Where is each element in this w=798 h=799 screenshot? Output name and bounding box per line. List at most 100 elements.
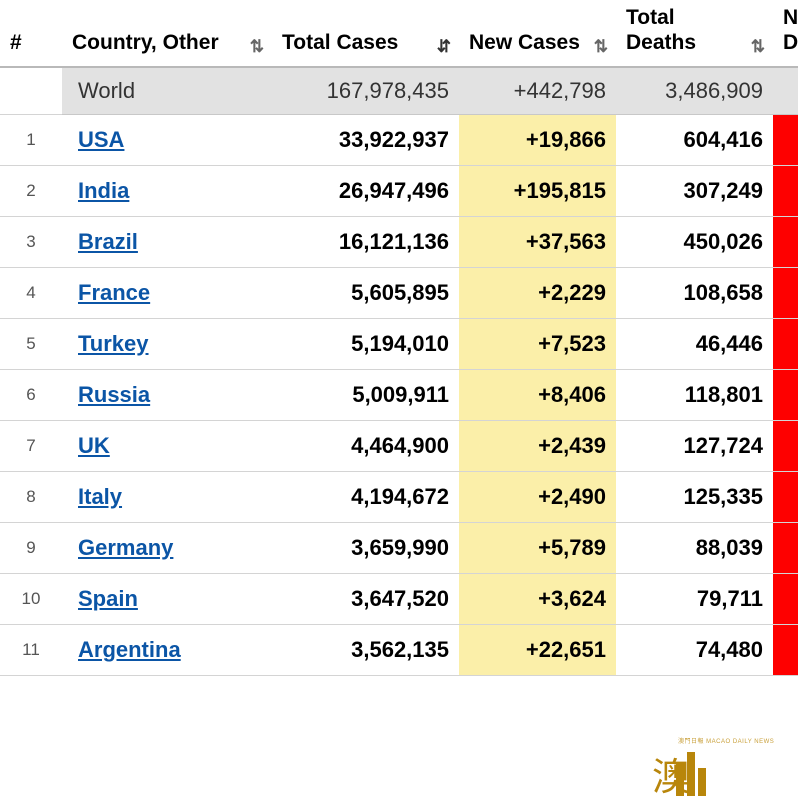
column-header-total-deaths-label: Total Deaths (626, 6, 745, 56)
sort-updown-icon[interactable]: ⇅ (751, 38, 763, 55)
rank-cell: 5 (0, 318, 62, 369)
column-header-new-deaths-label: New Deaths (783, 6, 798, 56)
table-header: # Country, Other ⇅ Total Cases ⇵ New Cas… (0, 0, 798, 67)
country-cell: Turkey (62, 318, 272, 369)
country-link[interactable]: India (78, 178, 129, 203)
new-deaths-cell: +417 (773, 624, 798, 675)
total-deaths-cell: 450,026 (616, 216, 773, 267)
table-body: World 167,978,435 +442,798 3,486,909 +8,… (0, 67, 798, 676)
total-cases-cell: 4,194,672 (272, 471, 459, 522)
sort-descending-icon[interactable]: ⇵ (437, 38, 449, 55)
table-row: 4 France 5,605,895 +2,229 108,658 +62 (0, 267, 798, 318)
table-row: 2 India 26,947,496 +195,815 307,249 +3,4… (0, 165, 798, 216)
country-link[interactable]: Italy (78, 484, 122, 509)
country-cell: Brazil (62, 216, 272, 267)
new-deaths-cell: +3,498 (773, 165, 798, 216)
total-deaths-cell: 127,724 (616, 420, 773, 471)
new-deaths-cell: +62 (773, 267, 798, 318)
column-header-rank-label: # (10, 31, 52, 56)
total-deaths-cell: 79,711 (616, 573, 773, 624)
country-cell: UK (62, 420, 272, 471)
column-header-total-cases-label: Total Cases (282, 31, 398, 56)
country-link[interactable]: Russia (78, 382, 150, 407)
rank-cell: 3 (0, 216, 62, 267)
new-cases-cell: +22,651 (459, 624, 616, 675)
column-header-new-deaths[interactable]: New Deaths ⇅ (773, 0, 798, 67)
country-link[interactable]: Argentina (78, 637, 181, 662)
total-cases-cell: 4,464,900 (272, 420, 459, 471)
country-link[interactable]: Turkey (78, 331, 149, 356)
total-deaths-cell: 74,480 (616, 624, 773, 675)
total-deaths-cell: 3,486,909 (616, 67, 773, 115)
new-cases-cell: +7,523 (459, 318, 616, 369)
sort-updown-icon[interactable]: ⇅ (250, 38, 262, 55)
country-link[interactable]: France (78, 280, 150, 305)
rank-cell: 4 (0, 267, 62, 318)
total-cases-cell: 33,922,937 (272, 114, 459, 165)
table-row: 8 Italy 4,194,672 +2,490 125,335 +110 (0, 471, 798, 522)
rank-cell: 6 (0, 369, 62, 420)
new-deaths-cell: +8,865 (773, 67, 798, 115)
total-deaths-cell: 46,446 (616, 318, 773, 369)
country-cell: Spain (62, 573, 272, 624)
rank-cell: 7 (0, 420, 62, 471)
new-deaths-cell: +66 (773, 522, 798, 573)
column-header-total-deaths[interactable]: Total Deaths ⇅ (616, 0, 773, 67)
new-cases-cell: +3,624 (459, 573, 616, 624)
table-row: 6 Russia 5,009,911 +8,406 118,801 +319 (0, 369, 798, 420)
covid-statistics-table: # Country, Other ⇅ Total Cases ⇵ New Cas… (0, 0, 798, 676)
rank-cell: 11 (0, 624, 62, 675)
new-deaths-cell: +178 (773, 318, 798, 369)
country-link[interactable]: USA (78, 127, 124, 152)
total-deaths-cell: 604,416 (616, 114, 773, 165)
total-deaths-cell: 88,039 (616, 522, 773, 573)
country-link[interactable]: Brazil (78, 229, 138, 254)
country-link[interactable]: Spain (78, 586, 138, 611)
total-deaths-cell: 125,335 (616, 471, 773, 522)
new-deaths-cell: +3 (773, 420, 798, 471)
new-deaths-cell: +841 (773, 216, 798, 267)
total-cases-cell: 3,659,990 (272, 522, 459, 573)
rank-cell: 2 (0, 165, 62, 216)
country-cell: USA (62, 114, 272, 165)
total-deaths-cell: 118,801 (616, 369, 773, 420)
total-deaths-cell: 108,658 (616, 267, 773, 318)
watermark-glyph: 澳 (652, 758, 690, 796)
new-cases-cell: +37,563 (459, 216, 616, 267)
new-cases-cell: +8,406 (459, 369, 616, 420)
new-cases-cell: +442,798 (459, 67, 616, 115)
total-cases-cell: 5,194,010 (272, 318, 459, 369)
rank-cell: 9 (0, 522, 62, 573)
country-cell: Italy (62, 471, 272, 522)
country-cell: Argentina (62, 624, 272, 675)
watermark-logo: 澳門日報 MACAO DAILY NEWS 澳 (668, 734, 788, 796)
new-cases-cell: +195,815 (459, 165, 616, 216)
total-cases-cell: 3,562,135 (272, 624, 459, 675)
rank-cell: 8 (0, 471, 62, 522)
new-cases-cell: +2,229 (459, 267, 616, 318)
new-deaths-cell: +31 (773, 573, 798, 624)
country-link[interactable]: Germany (78, 535, 173, 560)
rank-cell (0, 67, 62, 115)
table-row: 3 Brazil 16,121,136 +37,563 450,026 +841 (0, 216, 798, 267)
column-header-new-cases[interactable]: New Cases ⇅ (459, 0, 616, 67)
country-cell: Germany (62, 522, 272, 573)
column-header-country-label: Country, Other (72, 31, 219, 56)
total-cases-cell: 26,947,496 (272, 165, 459, 216)
table-row: 9 Germany 3,659,990 +5,789 88,039 +66 (0, 522, 798, 573)
column-header-rank[interactable]: # (0, 0, 62, 67)
new-cases-cell: +2,439 (459, 420, 616, 471)
new-deaths-cell: +110 (773, 471, 798, 522)
table-row: 1 USA 33,922,937 +19,866 604,416 +325 (0, 114, 798, 165)
column-header-country[interactable]: Country, Other ⇅ (62, 0, 272, 67)
total-cases-cell: 5,605,895 (272, 267, 459, 318)
country-link[interactable]: UK (78, 433, 110, 458)
table-row: 11 Argentina 3,562,135 +22,651 74,480 +4… (0, 624, 798, 675)
new-cases-cell: +5,789 (459, 522, 616, 573)
column-header-total-cases[interactable]: Total Cases ⇵ (272, 0, 459, 67)
table-row: 5 Turkey 5,194,010 +7,523 46,446 +178 (0, 318, 798, 369)
total-deaths-cell: 307,249 (616, 165, 773, 216)
column-header-new-cases-label: New Cases (469, 31, 580, 56)
sort-updown-icon[interactable]: ⇅ (594, 38, 606, 55)
table-row: 10 Spain 3,647,520 +3,624 79,711 +31 (0, 573, 798, 624)
